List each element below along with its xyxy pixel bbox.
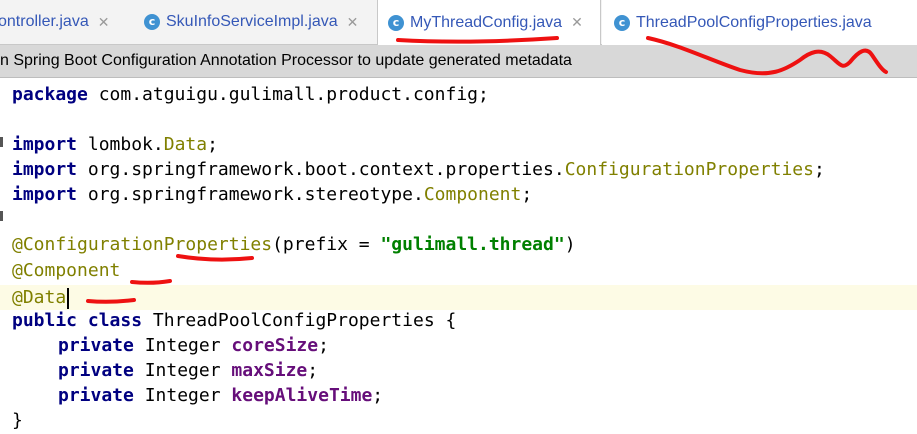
code-line-annotation-configprops: @ConfigurationProperties(prefix = "gulim… <box>12 234 576 255</box>
notification-text: n Spring Boot Configuration Annotation P… <box>0 52 572 69</box>
tab-skuinfoserviceimpl[interactable]: c SkuInfoServiceImpl.java ✕ <box>140 0 374 44</box>
java-class-icon: c <box>388 14 404 31</box>
code-line-field-coresize: private Integer coreSize; <box>58 335 329 356</box>
java-class-icon: c <box>144 14 160 30</box>
code-line-field-keepalivetime: private Integer keepAliveTime; <box>58 385 384 406</box>
tab-label: MyThreadConfig.java <box>410 13 563 31</box>
close-icon[interactable]: ✕ <box>571 14 583 31</box>
ide-window: ontroller.java ✕ c SkuInfoServiceImpl.ja… <box>0 0 917 434</box>
code-line-import-configprops: import org.springframework.boot.context.… <box>12 159 825 180</box>
tab-threadpoolconfigproperties[interactable]: c ThreadPoolConfigProperties.java <box>602 0 917 45</box>
notification-bar: n Spring Boot Configuration Annotation P… <box>0 45 917 78</box>
tab-label: SkuInfoServiceImpl.java <box>166 13 338 30</box>
java-class-icon: c <box>614 14 630 31</box>
close-icon[interactable]: ✕ <box>98 14 110 31</box>
tab-mythreadconfig[interactable]: c MyThreadConfig.java ✕ <box>377 0 601 45</box>
fold-marker-icon <box>0 137 3 147</box>
tab-controller[interactable]: ontroller.java ✕ <box>0 0 136 44</box>
code-line-annotation-component: @Component <box>12 260 121 281</box>
fold-marker-icon <box>0 211 3 221</box>
code-line-closing-brace: } <box>12 410 23 431</box>
tab-label: ontroller.java <box>0 13 89 30</box>
code-line-package: package com.atguigu.gulimall.product.con… <box>12 84 489 105</box>
code-editor[interactable]: package com.atguigu.gulimall.product.con… <box>0 78 917 434</box>
text-caret <box>67 287 70 309</box>
tab-label: ThreadPoolConfigProperties.java <box>636 13 872 31</box>
code-line-class-declaration: public class ThreadPoolConfigProperties … <box>12 310 457 331</box>
editor-tab-bar: ontroller.java ✕ c SkuInfoServiceImpl.ja… <box>0 0 917 45</box>
current-line-highlight <box>0 285 917 310</box>
code-line-annotation-data: @Data <box>12 285 70 310</box>
code-line-field-maxsize: private Integer maxSize; <box>58 360 319 381</box>
code-line-import-lombok: import lombok.Data; <box>12 134 218 155</box>
close-icon[interactable]: ✕ <box>347 14 359 31</box>
code-line-import-component: import org.springframework.stereotype.Co… <box>12 184 533 205</box>
